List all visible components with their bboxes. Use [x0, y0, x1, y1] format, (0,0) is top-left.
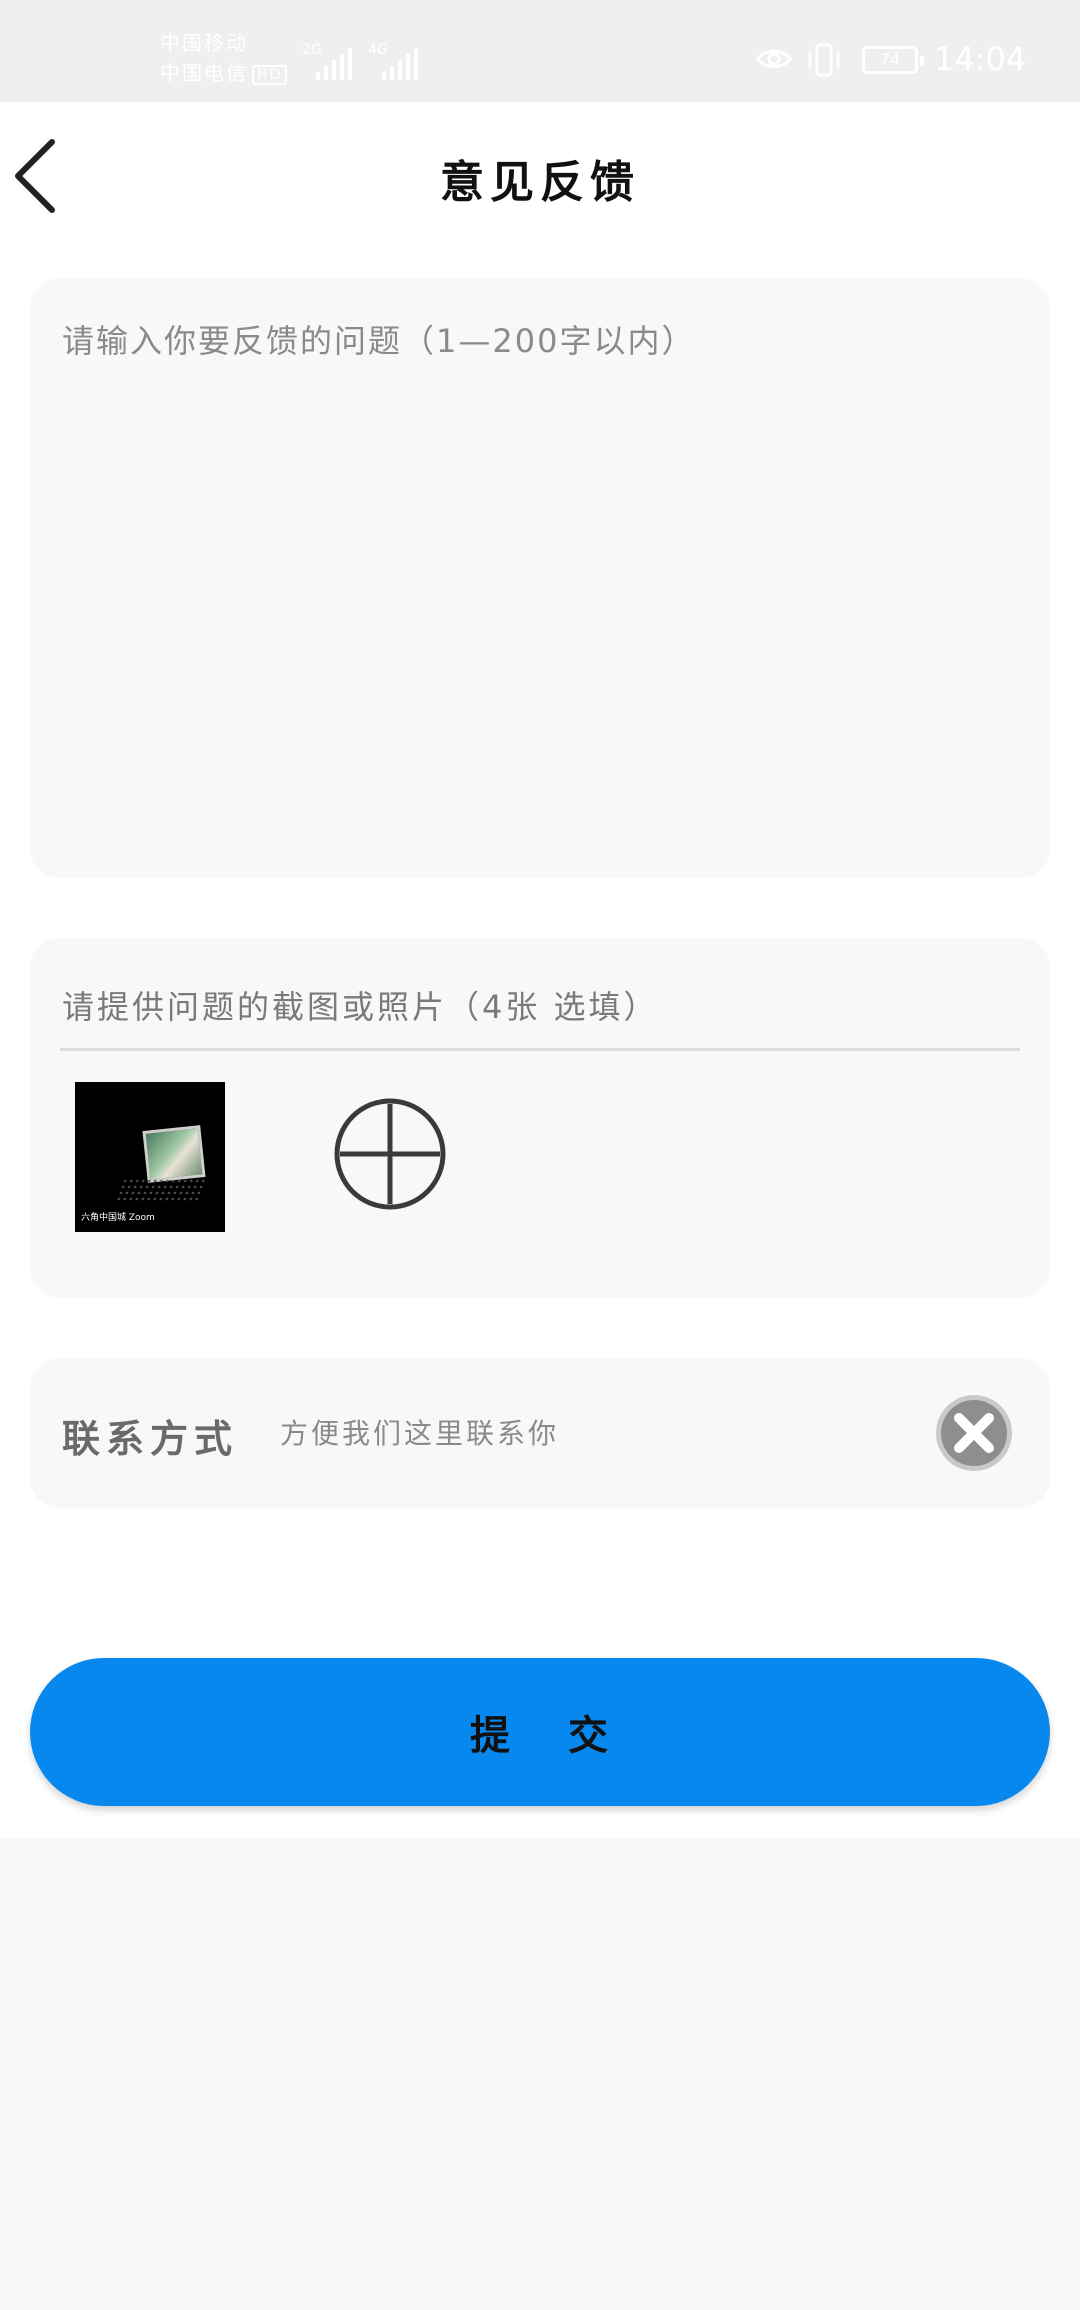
page-title: 意见反馈: [440, 157, 640, 208]
thumbnail-image: [142, 1125, 206, 1183]
battery-icon: 74: [862, 46, 924, 74]
app-bar: 意见反馈: [0, 102, 1080, 250]
plus-circle-icon[interactable]: [332, 1096, 448, 1212]
status-bar: 中国移动 中国电信 HD 2G 4G 74 14:04: [0, 0, 1080, 102]
signal-2g-icon: 2G: [302, 42, 362, 82]
contact-label: 联系方式: [62, 1417, 239, 1461]
contact-card: 联系方式: [30, 1358, 1050, 1508]
clock: 14:04: [934, 40, 1027, 78]
carrier-name-2: 中国电信 HD: [160, 58, 288, 88]
feedback-textarea[interactable]: [30, 278, 1050, 878]
photo-thumbnail[interactable]: 六角中国城 Zoom: [75, 1082, 225, 1232]
upload-label: 请提供问题的截图或照片（4张 选填）: [62, 988, 659, 1026]
carrier-name-2-text: 中国电信: [160, 61, 248, 85]
contact-input[interactable]: [280, 1398, 920, 1468]
main-content: 请提供问题的截图或照片（4张 选填） 六角中国城 Zoom 联系方式 提 交: [0, 250, 1080, 1838]
carrier-info: 中国移动 中国电信 HD: [160, 28, 288, 88]
carrier-name-1: 中国移动: [160, 31, 248, 55]
signal-4g-icon: 4G: [368, 42, 428, 82]
feedback-card: [30, 278, 1050, 878]
clear-x-icon[interactable]: [934, 1393, 1014, 1473]
thumbnail-keyboard: [114, 1178, 208, 1202]
upload-divider: [60, 1048, 1020, 1051]
hd-badge: HD: [252, 64, 288, 85]
vibrate-icon: [808, 43, 840, 77]
screenshot-upload-card: 请提供问题的截图或照片（4张 选填） 六角中国城 Zoom: [30, 938, 1050, 1298]
submit-label: 提 交: [470, 1713, 610, 1759]
submit-button[interactable]: 提 交: [30, 1658, 1050, 1806]
thumbnail-caption: 六角中国城 Zoom: [81, 1213, 155, 1223]
eye-icon: [756, 50, 792, 68]
